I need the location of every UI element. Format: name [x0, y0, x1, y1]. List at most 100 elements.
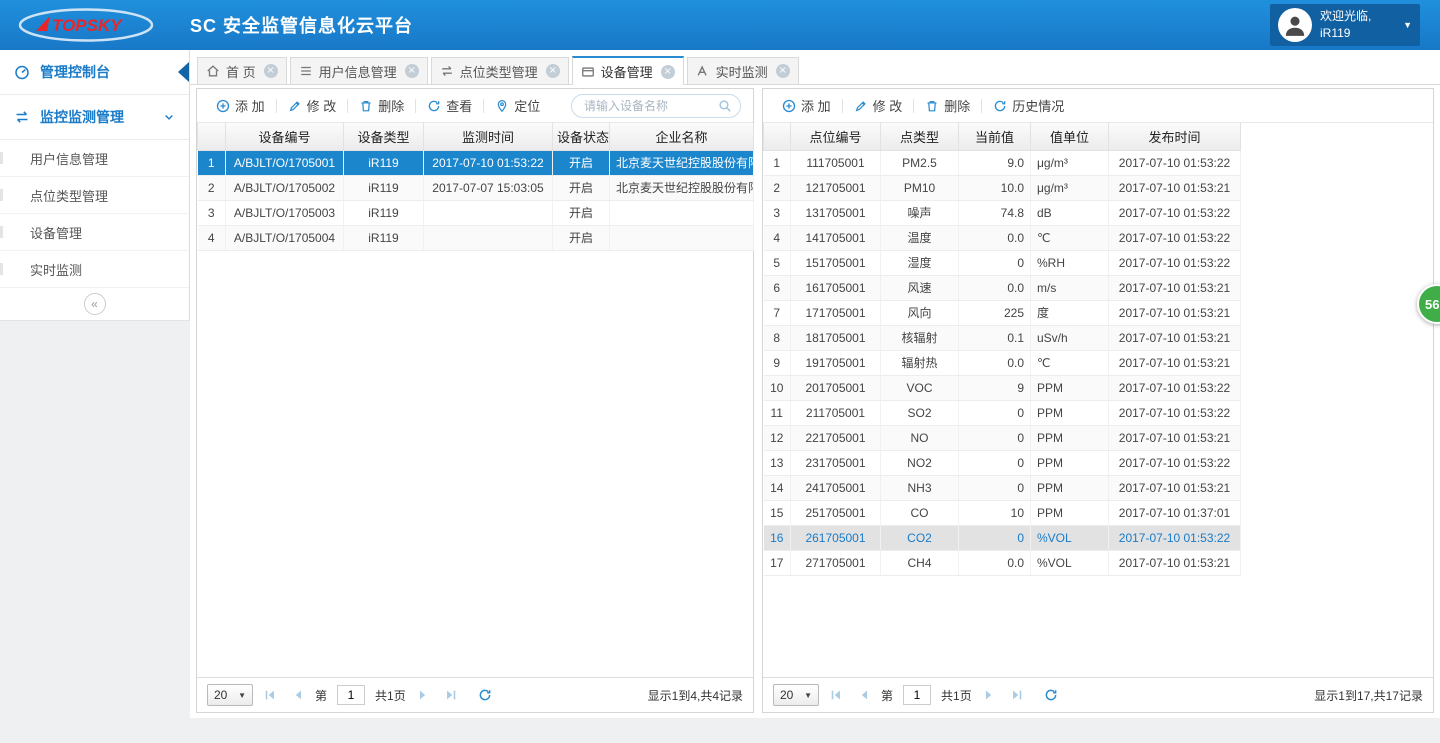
- table-row[interactable]: 14 241705001 NH3 0 PPM 2017-07-10 01:53:…: [764, 475, 1241, 500]
- sidebar-item-user-info[interactable]: 用户信息管理: [0, 140, 189, 177]
- monitor-table: 点位编号 点类型 当前值 值单位 发布时间 1 111705001 PM2.5 …: [763, 123, 1241, 576]
- sidebar-item-console[interactable]: 管理控制台: [0, 50, 189, 95]
- tab-home[interactable]: 首 页 ×: [197, 57, 287, 84]
- sidebar-item-monitor-group[interactable]: 监控监测管理: [0, 95, 189, 140]
- close-icon[interactable]: ×: [405, 64, 419, 78]
- delete-button[interactable]: 删除: [914, 96, 981, 115]
- publish-time-cell: 2017-07-10 01:53:22: [1109, 250, 1241, 275]
- close-icon[interactable]: ×: [264, 64, 278, 78]
- locate-button[interactable]: 定位: [484, 96, 551, 115]
- close-icon[interactable]: ×: [546, 64, 560, 78]
- refresh-button[interactable]: [1040, 688, 1062, 702]
- last-page-button[interactable]: [440, 688, 462, 702]
- table-row[interactable]: 5 151705001 湿度 0 %RH 2017-07-10 01:53:22: [764, 250, 1241, 275]
- row-number: 11: [764, 400, 791, 425]
- company-cell: 北京麦天世纪控股股份有限: [610, 175, 754, 200]
- user-menu[interactable]: 欢迎光临, iR119 ▼: [1270, 4, 1420, 46]
- table-row[interactable]: 2 A/BJLT/O/1705002 iR119 2017-07-07 15:0…: [198, 175, 754, 200]
- unit-cell: %RH: [1031, 250, 1109, 275]
- realtime-monitor-icon: [696, 64, 710, 78]
- table-row[interactable]: 12 221705001 NO 0 PPM 2017-07-10 01:53:2…: [764, 425, 1241, 450]
- table-row[interactable]: 9 191705001 辐射热 0.0 ℃ 2017-07-10 01:53:2…: [764, 350, 1241, 375]
- page-size-select[interactable]: 20 ▼: [207, 684, 253, 706]
- point-id-cell: 131705001: [791, 200, 881, 225]
- collapse-sidebar-button[interactable]: «: [84, 293, 106, 315]
- next-page-button[interactable]: [412, 688, 434, 702]
- prev-page-button[interactable]: [853, 688, 875, 702]
- table-row[interactable]: 11 211705001 SO2 0 PPM 2017-07-10 01:53:…: [764, 400, 1241, 425]
- tab-label: 设备管理: [601, 62, 653, 81]
- table-row[interactable]: 3 131705001 噪声 74.8 dB 2017-07-10 01:53:…: [764, 200, 1241, 225]
- refresh-button[interactable]: [474, 688, 496, 702]
- welcome-text: 欢迎光临, iR119: [1320, 8, 1395, 43]
- publish-time-cell: 2017-07-10 01:53:22: [1109, 400, 1241, 425]
- current-value-cell: 0: [959, 525, 1031, 550]
- table-row[interactable]: 1 111705001 PM2.5 9.0 μg/m³ 2017-07-10 0…: [764, 150, 1241, 175]
- sidebar-item-realtime[interactable]: 实时监测: [0, 251, 189, 288]
- tab-device[interactable]: 设备管理 ×: [572, 56, 684, 85]
- first-page-button[interactable]: [825, 688, 847, 702]
- tab-realtime[interactable]: 实时监测 ×: [687, 57, 799, 84]
- point-id-cell: 141705001: [791, 225, 881, 250]
- monitor-panel: 添 加 修 改 删除 历史情况: [762, 88, 1434, 713]
- tab-label: 实时监测: [716, 62, 768, 81]
- point-id-cell: 191705001: [791, 350, 881, 375]
- history-button[interactable]: 历史情况: [982, 96, 1075, 115]
- page-size-select[interactable]: 20 ▼: [773, 684, 819, 706]
- welcome-line1: 欢迎光临,: [1320, 8, 1395, 25]
- column-header: 监测时间: [424, 123, 553, 150]
- page-prefix-label: 第: [315, 687, 327, 704]
- chevron-down-icon: ▼: [804, 691, 812, 700]
- table-row[interactable]: 3 A/BJLT/O/1705003 iR119 开启: [198, 200, 754, 225]
- tab-user-info[interactable]: 用户信息管理 ×: [290, 57, 428, 84]
- table-row[interactable]: 1 A/BJLT/O/1705001 iR119 2017-07-10 01:5…: [198, 150, 754, 175]
- current-value-cell: 0.0: [959, 550, 1031, 575]
- topsky-logo: TOPSKY: [14, 6, 164, 44]
- prev-page-button[interactable]: [287, 688, 309, 702]
- close-icon[interactable]: ×: [776, 64, 790, 78]
- edit-button[interactable]: 修 改: [843, 96, 914, 115]
- page-number-input[interactable]: [903, 685, 931, 705]
- last-page-button[interactable]: [1006, 688, 1028, 702]
- table-row[interactable]: 7 171705001 风向 225 度 2017-07-10 01:53:21: [764, 300, 1241, 325]
- edit-button[interactable]: 修 改: [277, 96, 348, 115]
- delete-button[interactable]: 删除: [348, 96, 415, 115]
- map-pin-icon: [495, 99, 509, 113]
- point-type-cell: NH3: [881, 475, 959, 500]
- table-row[interactable]: 4 141705001 温度 0.0 ℃ 2017-07-10 01:53:22: [764, 225, 1241, 250]
- publish-time-cell: 2017-07-10 01:53:22: [1109, 450, 1241, 475]
- sidebar-item-point-type[interactable]: 点位类型管理: [0, 177, 189, 214]
- sidebar-item-device[interactable]: 设备管理: [0, 214, 189, 251]
- tab-label: 首 页: [226, 62, 256, 81]
- row-number: 14: [764, 475, 791, 500]
- search-icon[interactable]: [718, 99, 732, 113]
- search-input[interactable]: [571, 94, 741, 118]
- record-summary: 显示1到4,共4记录: [648, 687, 743, 704]
- table-row[interactable]: 2 121705001 PM10 10.0 μg/m³ 2017-07-10 0…: [764, 175, 1241, 200]
- table-row[interactable]: 16 261705001 CO2 0 %VOL 2017-07-10 01:53…: [764, 525, 1241, 550]
- chevron-down-icon: ▼: [238, 691, 246, 700]
- view-button[interactable]: 查看: [416, 96, 483, 115]
- chevron-down-icon[interactable]: ▼: [1403, 20, 1412, 30]
- company-cell: [610, 200, 754, 225]
- add-button[interactable]: 添 加: [205, 96, 276, 115]
- table-row[interactable]: 10 201705001 VOC 9 PPM 2017-07-10 01:53:…: [764, 375, 1241, 400]
- table-row[interactable]: 17 271705001 CH4 0.0 %VOL 2017-07-10 01:…: [764, 550, 1241, 575]
- unit-cell: m/s: [1031, 275, 1109, 300]
- page-number-input[interactable]: [337, 685, 365, 705]
- table-row[interactable]: 6 161705001 风速 0.0 m/s 2017-07-10 01:53:…: [764, 275, 1241, 300]
- dashboard-icon: [14, 64, 30, 80]
- logo-text: TOPSKY: [52, 16, 123, 35]
- current-value-cell: 0.0: [959, 275, 1031, 300]
- close-icon[interactable]: ×: [661, 65, 675, 79]
- table-row[interactable]: 13 231705001 NO2 0 PPM 2017-07-10 01:53:…: [764, 450, 1241, 475]
- publish-time-cell: 2017-07-10 01:53:21: [1109, 325, 1241, 350]
- next-page-button[interactable]: [978, 688, 1000, 702]
- table-row[interactable]: 4 A/BJLT/O/1705004 iR119 开启: [198, 225, 754, 250]
- table-row[interactable]: 8 181705001 核辐射 0.1 uSv/h 2017-07-10 01:…: [764, 325, 1241, 350]
- table-row[interactable]: 15 251705001 CO 10 PPM 2017-07-10 01:37:…: [764, 500, 1241, 525]
- first-page-button[interactable]: [259, 688, 281, 702]
- device-type-cell: iR119: [344, 200, 424, 225]
- add-button[interactable]: 添 加: [771, 96, 842, 115]
- tab-point-type[interactable]: 点位类型管理 ×: [431, 57, 569, 84]
